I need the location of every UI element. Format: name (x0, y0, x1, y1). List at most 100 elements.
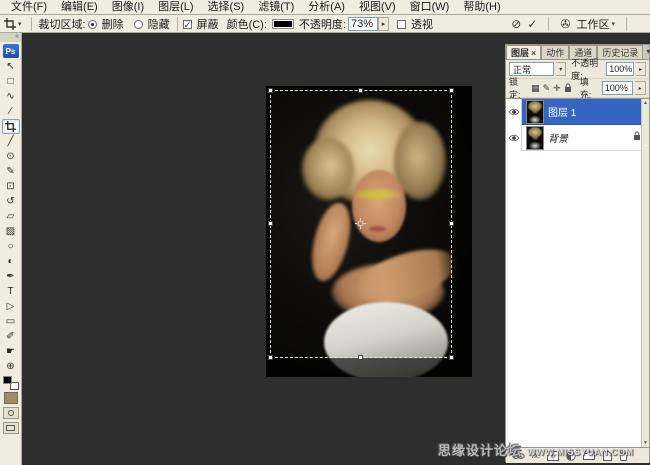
layer-fill-slider-icon[interactable]: ▸ (635, 81, 646, 95)
slice-tool[interactable]: ╱ (2, 134, 20, 149)
cancel-crop-icon[interactable]: ⊘ (511, 18, 521, 30)
layer-name[interactable]: 背景 (548, 130, 568, 145)
move-tool[interactable]: ↖ (2, 59, 20, 74)
scroll-down-icon[interactable]: ▼ (643, 440, 648, 446)
menu-help[interactable]: 帮助(H) (456, 0, 507, 14)
crop-handle-bottom-right[interactable] (449, 355, 454, 360)
lock-image-pixels-icon[interactable]: ✎ (543, 83, 551, 93)
crop-center-point[interactable] (355, 218, 366, 229)
menu-filter[interactable]: 滤镜(T) (251, 0, 301, 14)
canvas-area[interactable] (22, 33, 505, 465)
crop-handle-top-right[interactable] (449, 88, 454, 93)
opacity-slider-arrow-icon[interactable]: ▸ (378, 17, 389, 31)
screen-mode-icon (6, 425, 15, 431)
layer-name[interactable]: 图层 1 (548, 104, 576, 119)
checkbox-perspective[interactable] (397, 20, 406, 29)
layer-opacity-input[interactable]: 100% (606, 62, 634, 76)
lock-transparent-pixels-icon[interactable]: ▦ (531, 83, 540, 93)
blur-tool[interactable]: ○ (2, 239, 20, 254)
blend-mode-dropdown-icon[interactable]: ▾ (556, 62, 566, 76)
tab-actions[interactable]: 动作 (541, 45, 569, 59)
foreground-color-chip[interactable] (3, 376, 12, 384)
radio-delete-label[interactable]: 删除 (102, 16, 124, 32)
new-layer-icon[interactable] (602, 451, 612, 461)
zoom-tool[interactable]: ⊕ (2, 359, 20, 374)
screen-mode-button[interactable] (3, 422, 19, 434)
color-label: 颜色(C): (227, 16, 267, 32)
checkbox-shield[interactable]: ✓ (183, 20, 192, 29)
lock-position-icon[interactable]: ✛ (553, 83, 561, 93)
layer-fill-input[interactable]: 100% (602, 81, 633, 95)
menu-analysis[interactable]: 分析(A) (301, 0, 352, 14)
new-group-icon[interactable] (583, 451, 595, 460)
commit-crop-icon[interactable]: ✓ (527, 18, 537, 30)
crop-handle-bottom-center[interactable] (358, 355, 363, 360)
opacity-input[interactable]: 73% (348, 17, 378, 31)
eraser-tool[interactable]: ▱ (2, 209, 20, 224)
hand-tool[interactable]: ☛ (2, 344, 20, 359)
path-selection-tool[interactable]: ▷ (2, 299, 20, 314)
scrollbar[interactable]: ▲ ▼ (641, 99, 649, 447)
clone-stamp-tool[interactable]: ⊡ (2, 179, 20, 194)
brush-tool[interactable]: ✎ (2, 164, 20, 179)
type-tool[interactable]: T (2, 284, 20, 299)
scroll-up-icon[interactable]: ▲ (643, 100, 648, 106)
lasso-tool[interactable]: ∿ (2, 89, 20, 104)
perspective-label[interactable]: 透视 (411, 16, 433, 32)
menu-view[interactable]: 视图(V) (352, 0, 403, 14)
spot-healing-brush-tool[interactable]: ⊙ (2, 149, 20, 164)
dodge-tool[interactable]: ◐ (2, 254, 20, 269)
history-brush-tool[interactable]: ↺ (2, 194, 20, 209)
quick-mask-button[interactable] (3, 407, 19, 419)
menu-edit[interactable]: 编辑(E) (54, 0, 105, 14)
bridge-icon[interactable]: ✇ (560, 18, 570, 30)
crop-handle-bottom-left[interactable] (268, 355, 273, 360)
crop-tool[interactable] (2, 119, 20, 134)
menu-file[interactable]: 文件(F) (4, 0, 54, 14)
panel-menu-icon[interactable]: ▾≡ (643, 45, 650, 59)
layer-row-layer1[interactable]: 图层 1 (506, 99, 649, 125)
shield-label[interactable]: 屏蔽 (197, 16, 219, 32)
blend-mode-select[interactable]: 正常 (509, 62, 554, 76)
chevron-down-icon: ▾ (611, 20, 615, 28)
radio-hide-label[interactable]: 隐藏 (148, 16, 170, 32)
layer-opacity-slider-icon[interactable]: ▸ (636, 62, 646, 76)
menu-image[interactable]: 图像(I) (105, 0, 151, 14)
layer-style-icon[interactable]: fx. (532, 451, 540, 460)
crop-handle-middle-left[interactable] (268, 221, 273, 226)
eyedropper-tool[interactable]: ✐ (2, 329, 20, 344)
adjustment-layer-icon[interactable] (566, 451, 576, 461)
crop-handle-top-left[interactable] (268, 88, 273, 93)
quick-selection-tool[interactable]: ∕ (2, 104, 20, 119)
rectangular-marquee-tool[interactable]: □ (2, 74, 20, 89)
link-layers-icon[interactable] (512, 452, 525, 460)
radio-delete[interactable] (88, 20, 97, 29)
gradient-tool[interactable]: ▨ (2, 224, 20, 239)
crop-marquee[interactable] (270, 90, 452, 358)
visibility-toggle[interactable] (506, 99, 522, 125)
radio-hide[interactable] (134, 20, 143, 29)
menu-select[interactable]: 选择(S) (201, 0, 252, 14)
workspace-button[interactable]: 工作区 ▾ (576, 16, 615, 32)
visibility-toggle[interactable] (506, 125, 522, 151)
tool-preset-crop[interactable]: ▾ (0, 18, 26, 30)
layer-thumbnail[interactable] (526, 100, 544, 124)
menu-window[interactable]: 窗口(W) (403, 0, 457, 14)
layer-thumbnail[interactable] (526, 126, 544, 150)
rectangle-shape-tool[interactable]: ▭ (2, 314, 20, 329)
eye-icon (508, 134, 520, 142)
menu-layer[interactable]: 图层(L) (151, 0, 200, 14)
delete-layer-icon[interactable] (619, 451, 628, 461)
background-lock-icon (633, 131, 641, 144)
shield-color-swatch[interactable] (272, 19, 294, 29)
crop-handle-middle-right[interactable] (449, 221, 454, 226)
tab-layers[interactable]: 图层× (506, 45, 541, 59)
toolbox-collapse-icon[interactable]: « (0, 33, 21, 42)
tab-close-icon[interactable]: × (531, 48, 536, 58)
layer-row-background[interactable]: 背景 (506, 125, 649, 151)
pen-tool[interactable]: ✒ (2, 269, 20, 284)
lock-all-icon[interactable] (564, 83, 572, 93)
crop-handle-top-center[interactable] (358, 88, 363, 93)
layer-mask-icon[interactable] (547, 451, 559, 461)
foreground-swatch[interactable] (4, 392, 18, 404)
